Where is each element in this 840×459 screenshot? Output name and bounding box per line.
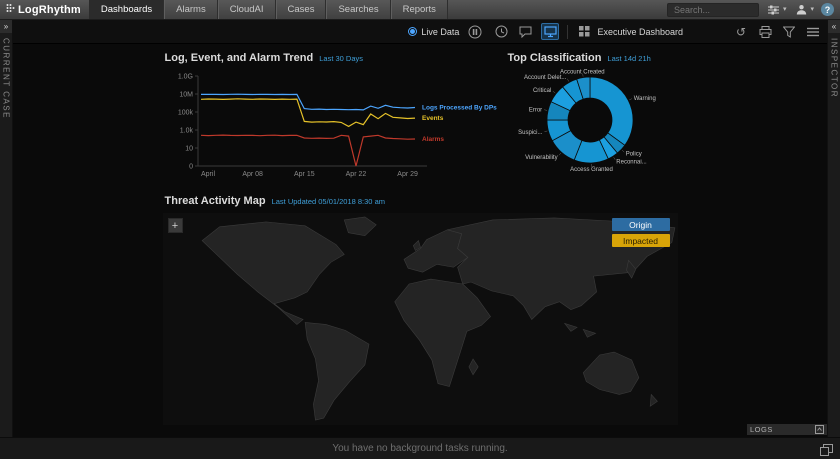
menu-button[interactable] [805, 24, 821, 40]
classification-chart: Warning PolicyReconnai...Access Granted Vu… [506, 68, 678, 174]
status-bar: You have no background tasks running. [0, 437, 840, 459]
windows-panel-icon[interactable] [818, 442, 834, 458]
continent-greenland [344, 217, 376, 236]
svg-text:Apr 15: Apr 15 [293, 171, 314, 178]
dashboard-toolbar: Live Data Executive Dashboard [13, 20, 827, 44]
map-legend-impacted[interactable]: Impacted [612, 234, 670, 247]
tab-cases[interactable]: Cases [276, 0, 327, 19]
svg-text:Vulnerability: Vulnerability [525, 155, 557, 161]
logrhythm-logo: LogRhythm [0, 0, 89, 19]
search-input[interactable] [667, 3, 759, 17]
svg-text:Account Delet...: Account Delet... [524, 75, 567, 81]
island-indonesia [564, 323, 576, 331]
svg-text:1.0G: 1.0G [177, 74, 192, 81]
svg-text:April: April [201, 171, 215, 178]
island-new-zealand [650, 394, 657, 406]
svg-text:Suspici...: Suspici... [518, 130, 543, 136]
island-indonesia-2 [583, 329, 595, 337]
continent-south-america [305, 322, 369, 420]
sidebar-current-case-label: CURRENT CASE [2, 38, 11, 119]
expand-right-icon[interactable]: » [0, 20, 12, 33]
tab-alarms[interactable]: Alarms [164, 0, 218, 19]
continent-australia [583, 352, 639, 394]
threat-map-panel: Threat Activity Map Last Updated 05/01/2… [163, 195, 678, 425]
map-panel-updated: Last Updated 05/01/2018 8:30 am [272, 197, 385, 206]
trend-panel: Log, Event, and Alarm Trend Last 30 Days… [163, 52, 498, 185]
svg-text:Access Granted: Access Granted [570, 167, 613, 173]
map-zoom-in-button[interactable]: + [168, 218, 183, 233]
chevron-down-icon: ▾ [810, 6, 814, 13]
svg-text:Alarms: Alarms [422, 136, 444, 143]
tab-searches[interactable]: Searches [326, 0, 390, 19]
logs-bar[interactable]: LOGS [747, 424, 827, 435]
filter-button[interactable] [781, 24, 797, 40]
continent-north-america [202, 222, 344, 325]
logo-text: LogRhythm [18, 4, 81, 16]
live-data-label: Live Data [421, 27, 459, 37]
island-madagascar [468, 359, 477, 375]
map-legend-origin[interactable]: Origin [612, 218, 670, 231]
svg-text:Policy: Policy [625, 152, 641, 158]
user-menu-control[interactable]: ▾ [793, 2, 814, 18]
svg-text:100k: 100k [177, 110, 193, 117]
dashboard-selector[interactable]: Executive Dashboard [576, 24, 683, 40]
svg-text:Reconnai...: Reconnai... [616, 159, 647, 165]
desktop-view-button[interactable] [541, 23, 559, 40]
top-nav-bar: LogRhythm DashboardsAlarmsCloudAICasesSe… [0, 0, 840, 20]
chevron-down-icon: ▾ [783, 6, 787, 13]
map-panel-title: Threat Activity Map [165, 195, 266, 207]
expand-panel-icon[interactable] [815, 425, 824, 434]
map-legend: Origin Impacted [612, 218, 670, 247]
svg-text:Logs Processed By DPs: Logs Processed By DPs [422, 104, 497, 111]
workspace: » CURRENT CASE « INSPECTOR Live Data [0, 20, 840, 437]
svg-text:10M: 10M [179, 92, 193, 99]
svg-text:Apr 08: Apr 08 [242, 171, 263, 178]
dashboard-selector-label: Executive Dashboard [597, 27, 683, 37]
expand-left-icon[interactable]: « [828, 20, 840, 33]
radio-selected-icon [408, 27, 417, 36]
chat-button[interactable] [517, 24, 533, 40]
tab-cloudai[interactable]: CloudAI [218, 0, 276, 19]
world-map-svg [163, 213, 678, 425]
print-button[interactable] [757, 24, 773, 40]
trend-panel-range: Last 30 Days [319, 54, 363, 63]
live-data-toggle[interactable]: Live Data [408, 27, 459, 37]
svg-text:Apr 29: Apr 29 [397, 171, 418, 178]
logo-dots-icon [6, 3, 15, 17]
sidebar-inspector-label: INSPECTOR [830, 38, 839, 98]
grid-icon [576, 24, 592, 40]
svg-text:1.0k: 1.0k [179, 128, 193, 135]
dashboard-main: Log, Event, and Alarm Trend Last 30 Days… [13, 44, 827, 437]
background-tasks-status: You have no background tasks running. [332, 443, 507, 454]
svg-text:Account Created: Account Created [559, 70, 604, 76]
continent-europe [404, 230, 468, 272]
classification-panel: Top Classification Last 14d 21h Warning P… [506, 52, 678, 185]
sidebar-current-case[interactable]: » CURRENT CASE [0, 20, 13, 437]
svg-text:Error: Error [528, 107, 541, 113]
trend-chart: 0 10 1.0k 100k 10M 1.0G April Apr 08 Apr 15 Apr 2… [163, 68, 498, 180]
settings-sliders-control[interactable]: ▾ [766, 2, 787, 18]
sidebar-inspector[interactable]: « INSPECTOR [827, 20, 840, 437]
logs-bar-label: LOGS [750, 425, 773, 434]
svg-text:10: 10 [185, 146, 193, 153]
classification-panel-title: Top Classification [508, 52, 602, 64]
help-button[interactable]: ? [821, 3, 834, 16]
svg-text:Critical: Critical [532, 88, 550, 94]
svg-text:0: 0 [189, 164, 193, 171]
svg-text:Apr 22: Apr 22 [345, 171, 366, 178]
tab-reports[interactable]: Reports [391, 0, 448, 19]
svg-text:Events: Events [422, 115, 444, 122]
sliders-icon [766, 2, 782, 18]
trend-panel-title: Log, Event, and Alarm Trend [165, 52, 314, 64]
nav-tabs: DashboardsAlarmsCloudAICasesSearchesRepo… [89, 0, 448, 19]
user-icon [793, 2, 809, 18]
tab-dashboards[interactable]: Dashboards [89, 0, 164, 19]
pause-button[interactable] [467, 24, 483, 40]
toolbar-divider [567, 25, 568, 39]
world-map[interactable]: + Origin Impacted [163, 213, 678, 425]
undo-button[interactable]: ↺ [733, 24, 749, 40]
history-clock-button[interactable] [493, 24, 509, 40]
classification-panel-range: Last 14d 21h [607, 54, 650, 63]
svg-text:Warning: Warning [633, 96, 655, 102]
